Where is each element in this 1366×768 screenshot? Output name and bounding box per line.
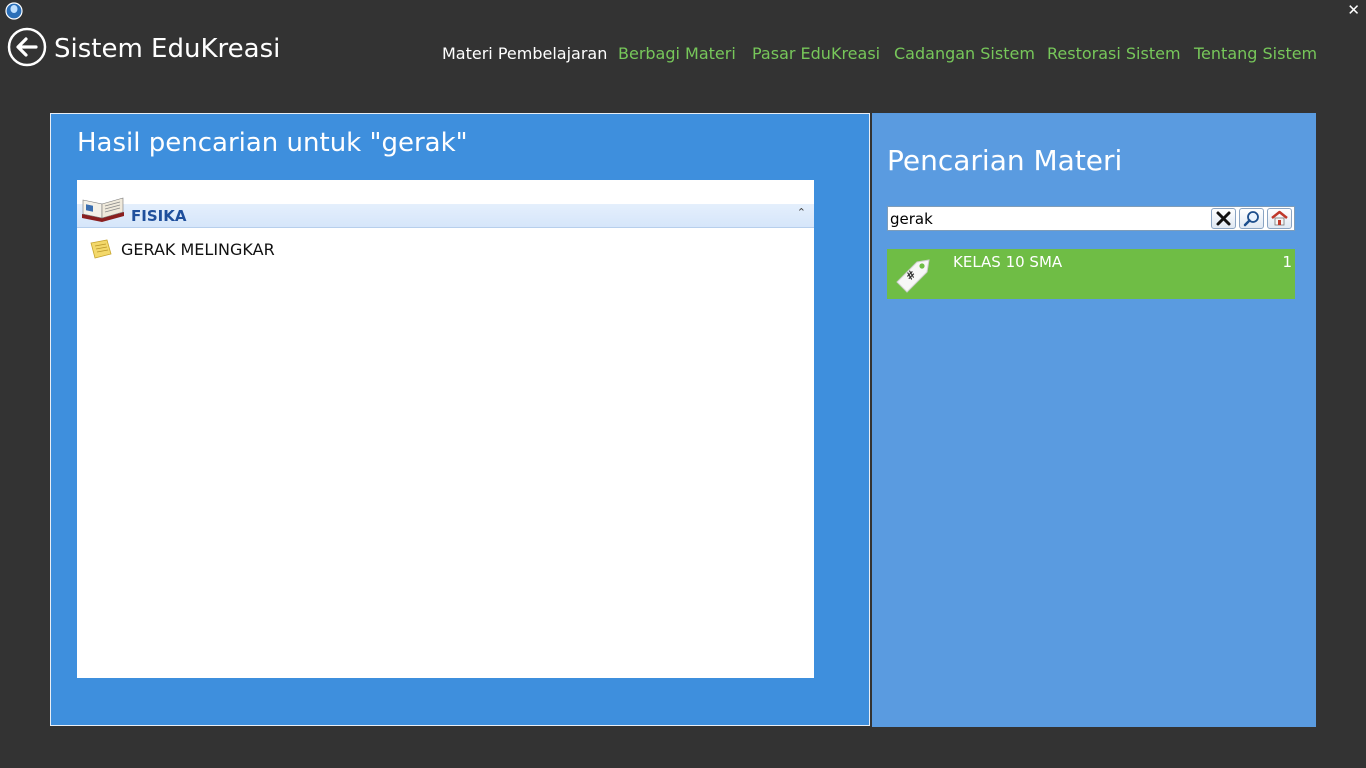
- top-nav: Materi Pembelajaran Berbagi Materi Pasar…: [0, 44, 1366, 64]
- collapse-icon[interactable]: ⌃: [797, 206, 806, 219]
- search-input[interactable]: [890, 207, 1208, 230]
- note-icon: [90, 239, 112, 259]
- app-icon: [5, 2, 23, 20]
- group-label: FISIKA: [131, 207, 187, 225]
- result-item[interactable]: GERAK MELINGKAR: [89, 238, 489, 262]
- clear-search-button[interactable]: [1211, 208, 1236, 229]
- nav-pasar-edukreasi[interactable]: Pasar EduKreasi: [752, 44, 880, 64]
- close-button[interactable]: ✕: [1347, 1, 1360, 19]
- nav-restorasi-sistem[interactable]: Restorasi Sistem: [1047, 44, 1181, 64]
- nav-materi-pembelajaran[interactable]: Materi Pembelajaran: [442, 44, 607, 64]
- search-icon: [1243, 211, 1259, 227]
- clear-icon: [1216, 211, 1231, 226]
- tag-item-kelas-10-sma[interactable]: # KELAS 10 SMA 1: [887, 249, 1295, 299]
- tag-icon: #: [896, 259, 930, 293]
- tag-label: KELAS 10 SMA: [953, 253, 1063, 271]
- search-button[interactable]: [1239, 208, 1264, 229]
- tag-count: 1: [1282, 253, 1292, 271]
- results-panel: Hasil pencarian untuk "gerak" FISIKA ⌃ G…: [50, 113, 870, 726]
- search-title: Pencarian Materi: [887, 144, 1123, 177]
- search-panel: Pencarian Materi # KELAS: [872, 113, 1316, 727]
- group-header-fisika[interactable]: FISIKA ⌃: [77, 204, 814, 228]
- search-bar: [887, 206, 1295, 231]
- results-title: Hasil pencarian untuk "gerak": [77, 128, 468, 158]
- home-button[interactable]: [1267, 208, 1292, 229]
- result-label: GERAK MELINGKAR: [121, 240, 275, 259]
- results-list: FISIKA ⌃ GERAK MELINGKAR: [77, 180, 814, 678]
- nav-berbagi-materi[interactable]: Berbagi Materi: [618, 44, 736, 64]
- nav-cadangan-sistem[interactable]: Cadangan Sistem: [894, 44, 1035, 64]
- book-icon: [82, 197, 124, 222]
- nav-tentang-sistem[interactable]: Tentang Sistem: [1194, 44, 1317, 64]
- home-icon: [1271, 210, 1288, 226]
